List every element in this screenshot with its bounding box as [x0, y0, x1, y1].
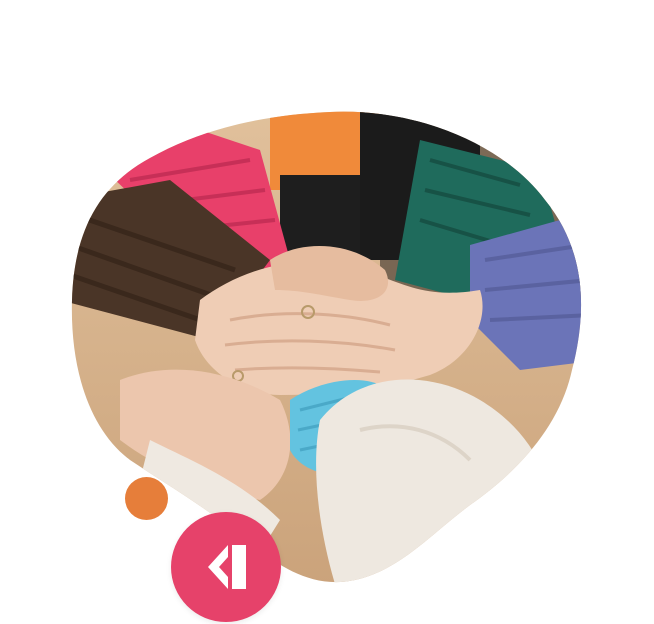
team-hands-photo	[71, 111, 582, 583]
k-logo-icon	[208, 545, 246, 589]
hero-illustration	[0, 0, 654, 624]
logo-badge	[171, 512, 281, 622]
accent-dot	[125, 477, 168, 520]
